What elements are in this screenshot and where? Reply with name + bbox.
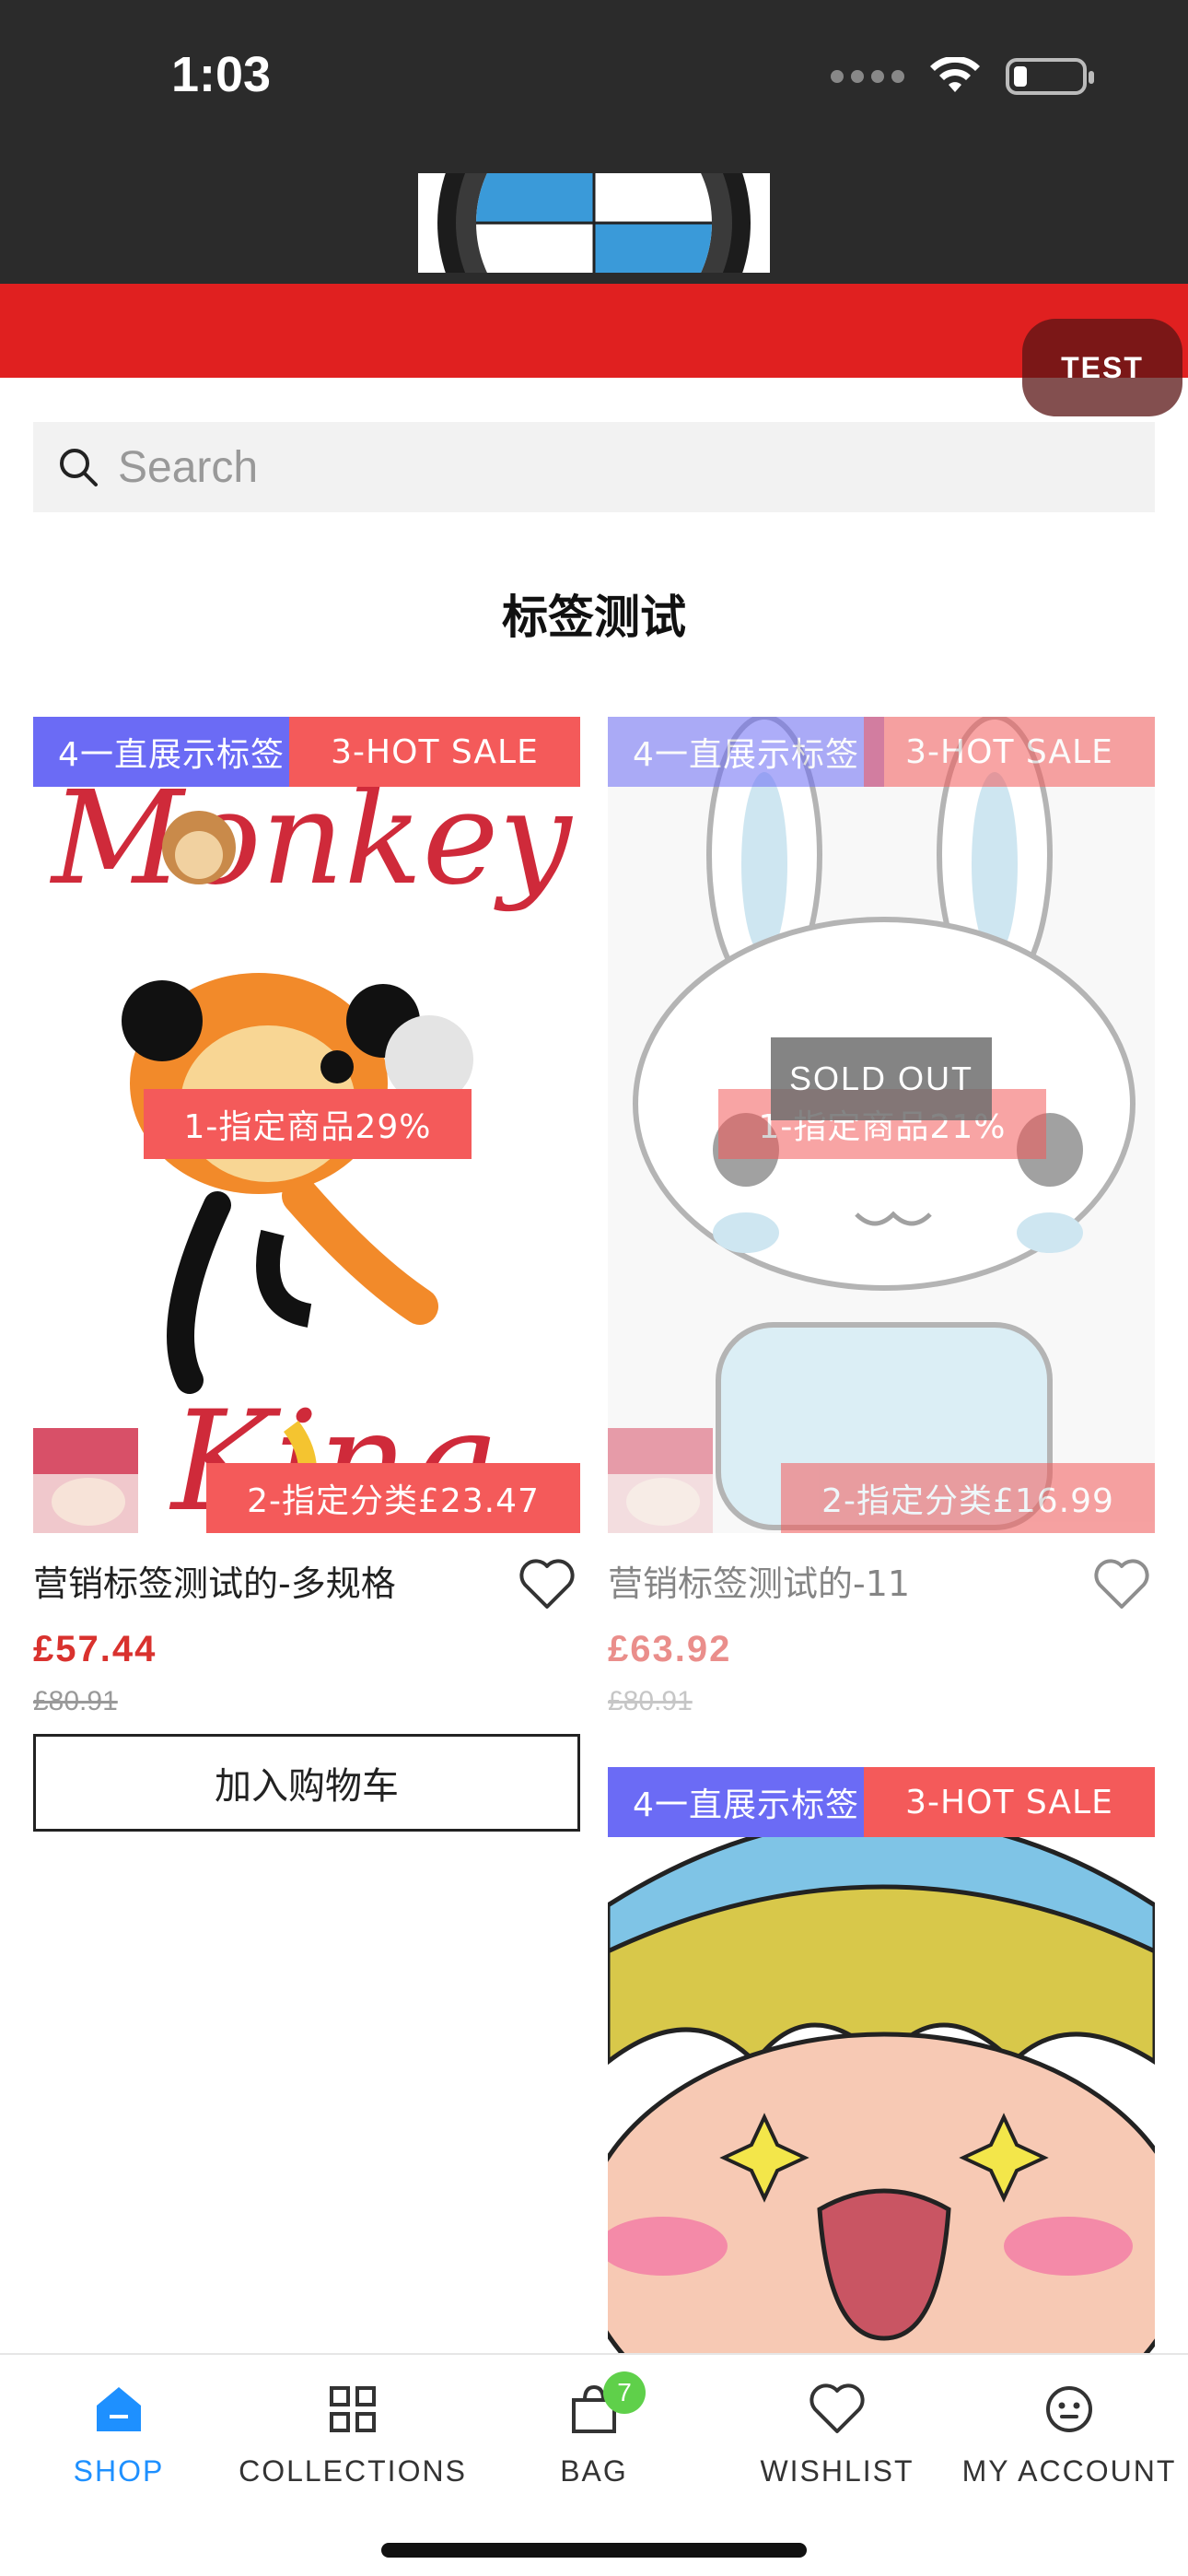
- tag-product-discount: 1-指定商品29%: [144, 1089, 472, 1159]
- product-price: £63.92: [608, 1629, 732, 1669]
- search-bar[interactable]: [33, 422, 1155, 512]
- battery-icon: [1006, 58, 1094, 95]
- nav-wishlist[interactable]: WISHLIST: [718, 2355, 956, 2493]
- tag-always-show: 4一直展示标签: [608, 717, 884, 787]
- variant-thumbnail[interactable]: [608, 1428, 713, 1533]
- search-icon: [60, 449, 98, 486]
- tag-category-discount: 2-指定分类£23.47: [206, 1463, 580, 1533]
- wishlist-heart-icon[interactable]: [1094, 1559, 1149, 1610]
- nav-label: MY ACCOUNT: [961, 2454, 1177, 2488]
- nav-my-account[interactable]: MY ACCOUNT: [950, 2355, 1188, 2493]
- wifi-icon: [930, 57, 980, 92]
- app-header: 1:03: [0, 0, 1188, 284]
- nav-label: BAG: [560, 2454, 628, 2488]
- tag-always-show: 4一直展示标签: [33, 717, 309, 787]
- tag-hot-sale: 3-HOT SALE: [289, 717, 580, 787]
- product-image[interactable]: [608, 1767, 1155, 2353]
- nav-label: SHOP: [73, 2454, 165, 2488]
- tag-category-discount: 2-指定分类£16.99: [781, 1463, 1155, 1533]
- search-input[interactable]: [118, 441, 1131, 493]
- heart-icon: [809, 2383, 865, 2433]
- signal-icon: [831, 70, 904, 83]
- test-button[interactable]: TEST: [1022, 319, 1182, 416]
- brand-logo[interactable]: [418, 173, 770, 273]
- product-title[interactable]: 营销标签测试的-多规格: [33, 1555, 396, 1606]
- add-to-cart-button[interactable]: 加入购物车: [33, 1734, 580, 1832]
- promo-banner: [0, 284, 1188, 378]
- variant-thumbnail[interactable]: [33, 1428, 138, 1533]
- status-time: 1:03: [171, 47, 272, 102]
- wishlist-heart-icon[interactable]: [519, 1559, 575, 1610]
- product-title[interactable]: 营销标签测试的-11: [608, 1555, 910, 1606]
- original-price: £80.91: [608, 1686, 693, 1716]
- tag-hot-sale: 3-HOT SALE: [864, 1767, 1155, 1837]
- home-indicator[interactable]: [381, 2543, 807, 2558]
- page-title: 标签测试: [502, 591, 686, 644]
- product-price: £57.44: [33, 1629, 157, 1669]
- nav-collections[interactable]: COLLECTIONS: [234, 2355, 472, 2493]
- tag-always-show: 4一直展示标签: [608, 1767, 884, 1837]
- grid-icon: [330, 2386, 376, 2432]
- nav-bag[interactable]: 7 BAG: [475, 2355, 713, 2493]
- bag-count-badge: 7: [603, 2371, 646, 2414]
- account-icon: [1046, 2386, 1092, 2432]
- sold-out-badge: SOLD OUT: [771, 1037, 992, 1120]
- nav-label: WISHLIST: [760, 2454, 914, 2488]
- nav-label: COLLECTIONS: [239, 2454, 467, 2488]
- tag-hot-sale: 3-HOT SALE: [864, 717, 1155, 787]
- status-icons: [831, 57, 1094, 96]
- original-price: £80.91: [33, 1686, 118, 1716]
- nav-shop[interactable]: SHOP: [0, 2355, 238, 2493]
- home-icon: [97, 2387, 141, 2431]
